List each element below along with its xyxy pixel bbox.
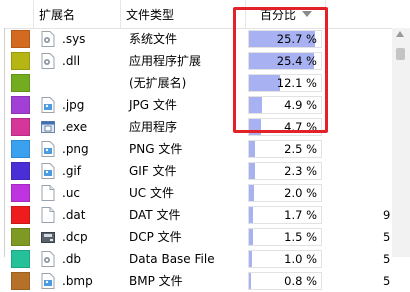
file-type-row[interactable]: .jpg JPG 文件 4.9 % [0,94,410,116]
percent-bar [249,273,251,289]
percent-value: 1.5 % [284,230,317,244]
extension-cell: .jpg [62,98,85,112]
extension-cell: .png [62,142,89,156]
color-swatch [11,184,30,202]
extension-cell: .db [62,252,82,266]
file-type-row[interactable]: .png PNG 文件 2.5 % [0,138,410,160]
file-type-cell: UC 文件 [129,186,174,200]
percent-cell: 2.0 % [248,184,322,202]
color-swatch [11,228,30,246]
scroll-up-arrow-icon[interactable] [396,31,404,37]
percent-cell: 1.7 % [248,206,322,224]
file-type-cell: JPG 文件 [129,98,177,112]
color-swatch [11,74,30,92]
extra-column-cell: 5 [383,230,391,244]
file-type-row[interactable]: .uc UC 文件 2.0 % [0,182,410,204]
dcp-file-icon [41,229,55,245]
file-type-cell: 系统文件 [129,32,178,46]
percent-bar [249,207,253,223]
extra-column-cell: 9 [383,208,391,222]
file-type-cell: DCP 文件 [129,230,182,244]
extra-column-cell: 5 [383,274,391,288]
file-type-cell: Data Base File [129,252,215,266]
color-swatch [11,140,30,158]
percent-bar [249,229,253,245]
color-swatch [11,162,30,180]
extension-cell: .gif [62,164,81,178]
percent-cell: 2.5 % [248,140,322,158]
dll-file-icon [41,53,55,69]
percent-value: 0.8 % [284,274,317,288]
file-type-row[interactable]: .exe 应用程序 4.7 % [0,116,410,138]
file-type-cell: DAT 文件 [129,208,181,222]
png-file-icon [41,141,55,157]
percent-bar [249,251,252,267]
file-type-cell: PNG 文件 [129,142,183,156]
percent-bar [249,141,255,157]
file-type-cell: BMP 文件 [129,274,183,288]
file-type-row[interactable]: .gif GIF 文件 2.3 % [0,160,410,182]
extension-cell: .dll [62,54,81,68]
sys-file-icon [41,31,55,47]
file-type-row[interactable]: .dat DAT 文件 1.7 % 9 [0,204,410,226]
jpg-file-icon [41,97,55,113]
color-swatch [11,250,30,268]
color-swatch [11,30,30,48]
percent-cell: 0.8 % [248,272,322,290]
percent-value: 1.7 % [284,208,317,222]
highlight-box [233,7,328,133]
file-type-row[interactable]: .db Data Base File 1.0 % 5 [0,248,410,270]
extension-cell: .sys [62,32,86,46]
percent-value: 2.5 % [284,142,317,156]
extension-cell: .uc [62,186,81,200]
extra-column-cell: 5 [383,252,391,266]
file-type-row[interactable]: .bmp BMP 文件 0.8 % 5 [0,270,410,292]
extension-cell: .bmp [62,274,93,288]
file-type-cell: 应用程序扩展 [129,54,202,68]
vertical-scrollbar[interactable] [392,28,410,257]
dat-file-icon [41,207,55,223]
percent-cell: 1.0 % [248,250,322,268]
percent-bar [249,185,254,201]
color-swatch [11,118,30,136]
file-type-column-label: 文件类型 [126,8,175,22]
file-type-row[interactable]: .dll 应用程序扩展 25.4 % [0,50,410,72]
color-swatch [11,96,30,114]
uc-file-icon [41,185,55,201]
percent-value: 2.3 % [284,164,317,178]
extension-cell: .exe [62,120,88,134]
extra-column-header[interactable] [326,0,392,28]
percent-cell: 1.5 % [248,228,322,246]
exe-file-icon [41,119,55,135]
color-column-header[interactable] [0,0,34,28]
bmp-file-icon [41,273,55,289]
scrollbar-thumb[interactable] [396,48,405,60]
extension-column-label: 扩展名 [39,8,76,22]
percent-value: 1.0 % [284,252,317,266]
color-swatch [11,52,30,70]
file-type-row[interactable]: (无扩展名) 12.1 % [0,72,410,94]
file-type-cell: (无扩展名) [129,76,187,90]
color-swatch [11,206,30,224]
file-type-cell: GIF 文件 [129,164,177,178]
column-header-bar: 扩展名 文件类型 百分比 [0,0,410,29]
percent-cell: 2.3 % [248,162,322,180]
percent-bar [249,163,255,179]
extension-cell: .dat [62,208,86,222]
gif-file-icon [41,163,55,179]
db-file-icon [41,251,55,267]
file-type-row[interactable]: .sys 系统文件 25.7 % [0,28,410,50]
extension-cell: .dcp [62,230,88,244]
file-type-column-header[interactable]: 文件类型 [121,0,246,28]
extension-column-header[interactable]: 扩展名 [34,0,121,28]
color-swatch [11,272,30,290]
file-type-row[interactable]: .dcp DCP 文件 1.5 % 5 [0,226,410,248]
percent-value: 2.0 % [284,186,317,200]
file-type-cell: 应用程序 [129,120,178,134]
